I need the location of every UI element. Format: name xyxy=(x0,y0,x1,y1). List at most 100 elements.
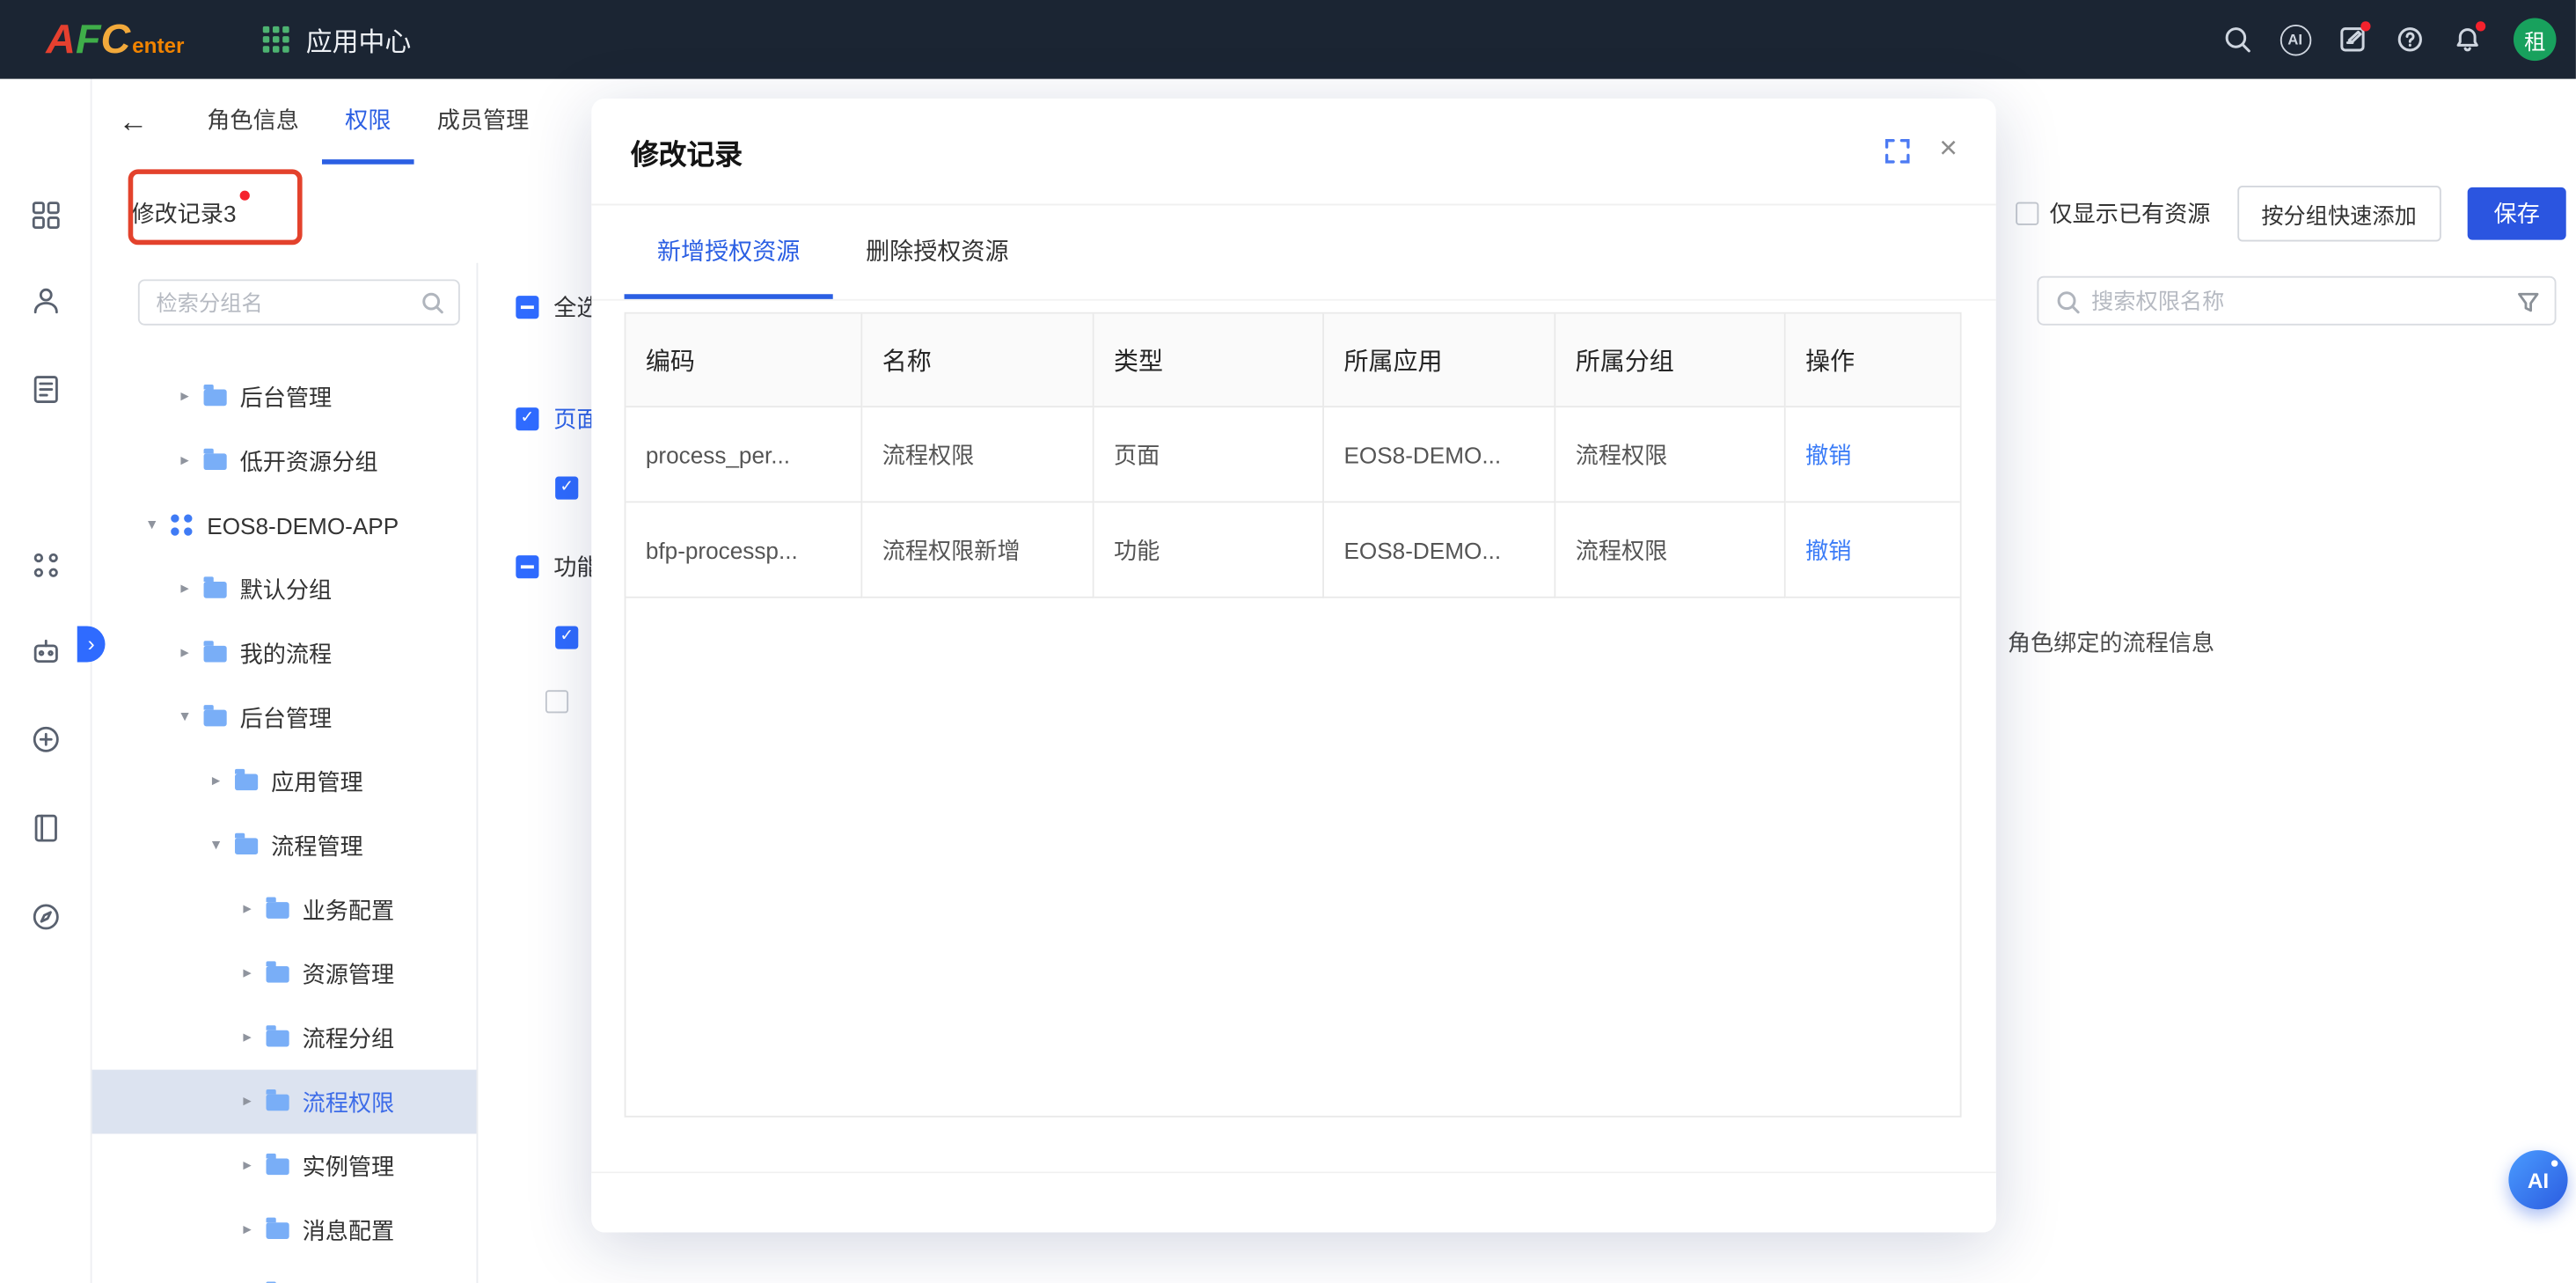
notes-icon[interactable] xyxy=(2334,21,2370,57)
resource-row[interactable] xyxy=(555,477,593,500)
filter-icon[interactable] xyxy=(2517,291,2540,314)
add-icon[interactable] xyxy=(28,722,64,758)
topbar-actions: AI 租 xyxy=(2220,18,2557,62)
topbar: A F C enter 应用中心 AI 租 xyxy=(0,0,2576,79)
cell-code: process_per... xyxy=(626,407,862,502)
components-icon[interactable] xyxy=(28,547,64,583)
change-log-table: 编码 名称 类型 所属应用 所属分组 操作 process_per... 流程权… xyxy=(625,312,1962,1118)
change-log-button[interactable]: 修改记录3 xyxy=(131,197,236,230)
bound-process-info-text: 角色绑定的流程信息 xyxy=(2008,626,2214,658)
tree-item[interactable]: ▾流程管理 xyxy=(91,813,477,877)
modal-footer xyxy=(591,1171,1996,1232)
search-icon[interactable] xyxy=(2220,21,2256,57)
roles-icon[interactable] xyxy=(28,282,64,319)
app-icon xyxy=(171,514,194,537)
app-center-title[interactable]: 应用中心 xyxy=(306,19,412,59)
checkbox-indeterminate[interactable] xyxy=(516,555,538,578)
left-rail xyxy=(0,79,92,1283)
tenant-avatar[interactable]: 租 xyxy=(2514,18,2557,62)
page-tabs: 角色信息 权限 成员管理 xyxy=(184,79,552,165)
tree-item[interactable]: ▸我的流程 xyxy=(91,621,477,685)
book-icon[interactable] xyxy=(28,810,64,847)
folder-icon xyxy=(267,1158,289,1175)
bell-icon[interactable] xyxy=(2449,21,2485,57)
tab-removed-resources[interactable]: 删除授权资源 xyxy=(833,205,1042,298)
tree-item[interactable]: ▸应用管理 xyxy=(91,749,477,813)
change-log-modal: 修改记录 × 新增授权资源 删除授权资源 编码 名称 类型 所属应用 所属分组 … xyxy=(591,99,1996,1232)
resource-group-row[interactable]: 功能 xyxy=(516,551,599,583)
compass-icon[interactable] xyxy=(28,898,64,935)
tree-item[interactable]: ▸默认分组 xyxy=(91,557,477,621)
robot-icon[interactable] xyxy=(28,634,64,671)
permission-search-input[interactable] xyxy=(2038,278,2554,324)
tree-item[interactable]: ▸任务调度 xyxy=(91,1262,477,1283)
apps-icon[interactable] xyxy=(28,197,64,233)
logo-letter: C xyxy=(101,16,131,63)
tab-permissions[interactable]: 权限 xyxy=(322,79,414,165)
tree-item[interactable]: ▸后台管理 xyxy=(91,365,477,429)
notification-dot xyxy=(2476,21,2485,31)
table-row: bfp-processp... 流程权限新增 功能 EOS8-DEMO... 流… xyxy=(626,502,1959,598)
folder-icon xyxy=(204,581,227,598)
only-existing-checkbox[interactable]: 仅显示已有资源 xyxy=(2015,197,2210,230)
change-log-label: 修改记录3 xyxy=(131,201,236,227)
folder-icon xyxy=(267,1094,289,1111)
badge-dot xyxy=(239,191,249,201)
tree-item[interactable]: ▾后台管理 xyxy=(91,685,477,750)
folder-icon xyxy=(204,452,227,469)
resource-row[interactable] xyxy=(555,626,593,649)
check-all-row[interactable]: 全选 xyxy=(516,291,599,324)
ai-assistant-fab[interactable]: AI xyxy=(2508,1150,2567,1209)
checkbox-unchecked[interactable] xyxy=(545,690,568,713)
checkbox-checked[interactable] xyxy=(555,626,578,649)
resource-group-row[interactable]: 页面 xyxy=(516,402,599,435)
afcenter-logo[interactable]: A F C enter xyxy=(46,16,184,63)
tab-added-resources[interactable]: 新增授权资源 xyxy=(625,205,833,298)
cell-name: 流程权限 xyxy=(862,407,1094,502)
tree-item-app[interactable]: ▾EOS8-DEMO-APP xyxy=(91,493,477,557)
revoke-link[interactable]: 撤销 xyxy=(1805,438,1851,471)
cell-type: 功能 xyxy=(1094,502,1324,598)
tree-item[interactable]: ▸资源管理 xyxy=(91,942,477,1006)
tree-item[interactable]: ▸流程分组 xyxy=(91,1006,477,1070)
fullscreen-icon[interactable] xyxy=(1884,138,1911,165)
cell-name: 流程权限新增 xyxy=(862,502,1094,598)
tree-item[interactable]: ▸业务配置 xyxy=(91,877,477,942)
app-center-grid-icon[interactable] xyxy=(263,26,289,53)
checkbox-checked[interactable] xyxy=(516,407,538,430)
back-icon[interactable]: ← xyxy=(118,105,148,139)
checkbox-indeterminate[interactable] xyxy=(516,296,538,319)
tree-item[interactable]: ▸实例管理 xyxy=(91,1133,477,1198)
checkbox-checked[interactable] xyxy=(555,477,578,500)
table-header-row: 编码 名称 类型 所属应用 所属分组 操作 xyxy=(626,314,1959,407)
col-group: 所属分组 xyxy=(1555,314,1785,407)
permission-panel: 角色绑定的流程信息 xyxy=(1996,263,2576,1283)
toolbar-right: 仅显示已有资源 按分组快速添加 保存 xyxy=(2015,186,2565,241)
tree-item[interactable]: ▸低开资源分组 xyxy=(91,429,477,493)
search-icon xyxy=(421,291,445,316)
col-name: 名称 xyxy=(862,314,1094,407)
folder-icon xyxy=(267,901,289,918)
modal-title: 修改记录 xyxy=(631,130,743,172)
tree-item[interactable]: ▸消息配置 xyxy=(91,1198,477,1262)
folder-icon xyxy=(267,1030,289,1046)
notification-dot xyxy=(2360,21,2370,31)
tree-item-selected[interactable]: ▸流程权限 xyxy=(91,1070,477,1134)
folder-icon xyxy=(267,1221,289,1238)
checkbox-unchecked[interactable] xyxy=(2015,202,2038,225)
only-existing-label: 仅显示已有资源 xyxy=(2049,197,2210,230)
close-icon[interactable]: × xyxy=(1930,131,1966,167)
logo-suffix: enter xyxy=(132,32,184,56)
tab-member-management[interactable]: 成员管理 xyxy=(414,79,553,165)
cell-app: EOS8-DEMO... xyxy=(1324,502,1555,598)
resource-row[interactable] xyxy=(545,690,583,713)
form-icon[interactable] xyxy=(28,371,64,407)
revoke-link[interactable]: 撤销 xyxy=(1805,533,1851,566)
cell-type: 页面 xyxy=(1094,407,1324,502)
group-search-input[interactable] xyxy=(140,281,458,324)
help-icon[interactable] xyxy=(2392,21,2428,57)
tab-role-info[interactable]: 角色信息 xyxy=(184,79,322,165)
quick-add-by-group-button[interactable]: 按分组快速添加 xyxy=(2236,186,2441,241)
save-button[interactable]: 保存 xyxy=(2468,187,2566,240)
ai-assistant-icon[interactable]: AI xyxy=(2277,21,2313,57)
